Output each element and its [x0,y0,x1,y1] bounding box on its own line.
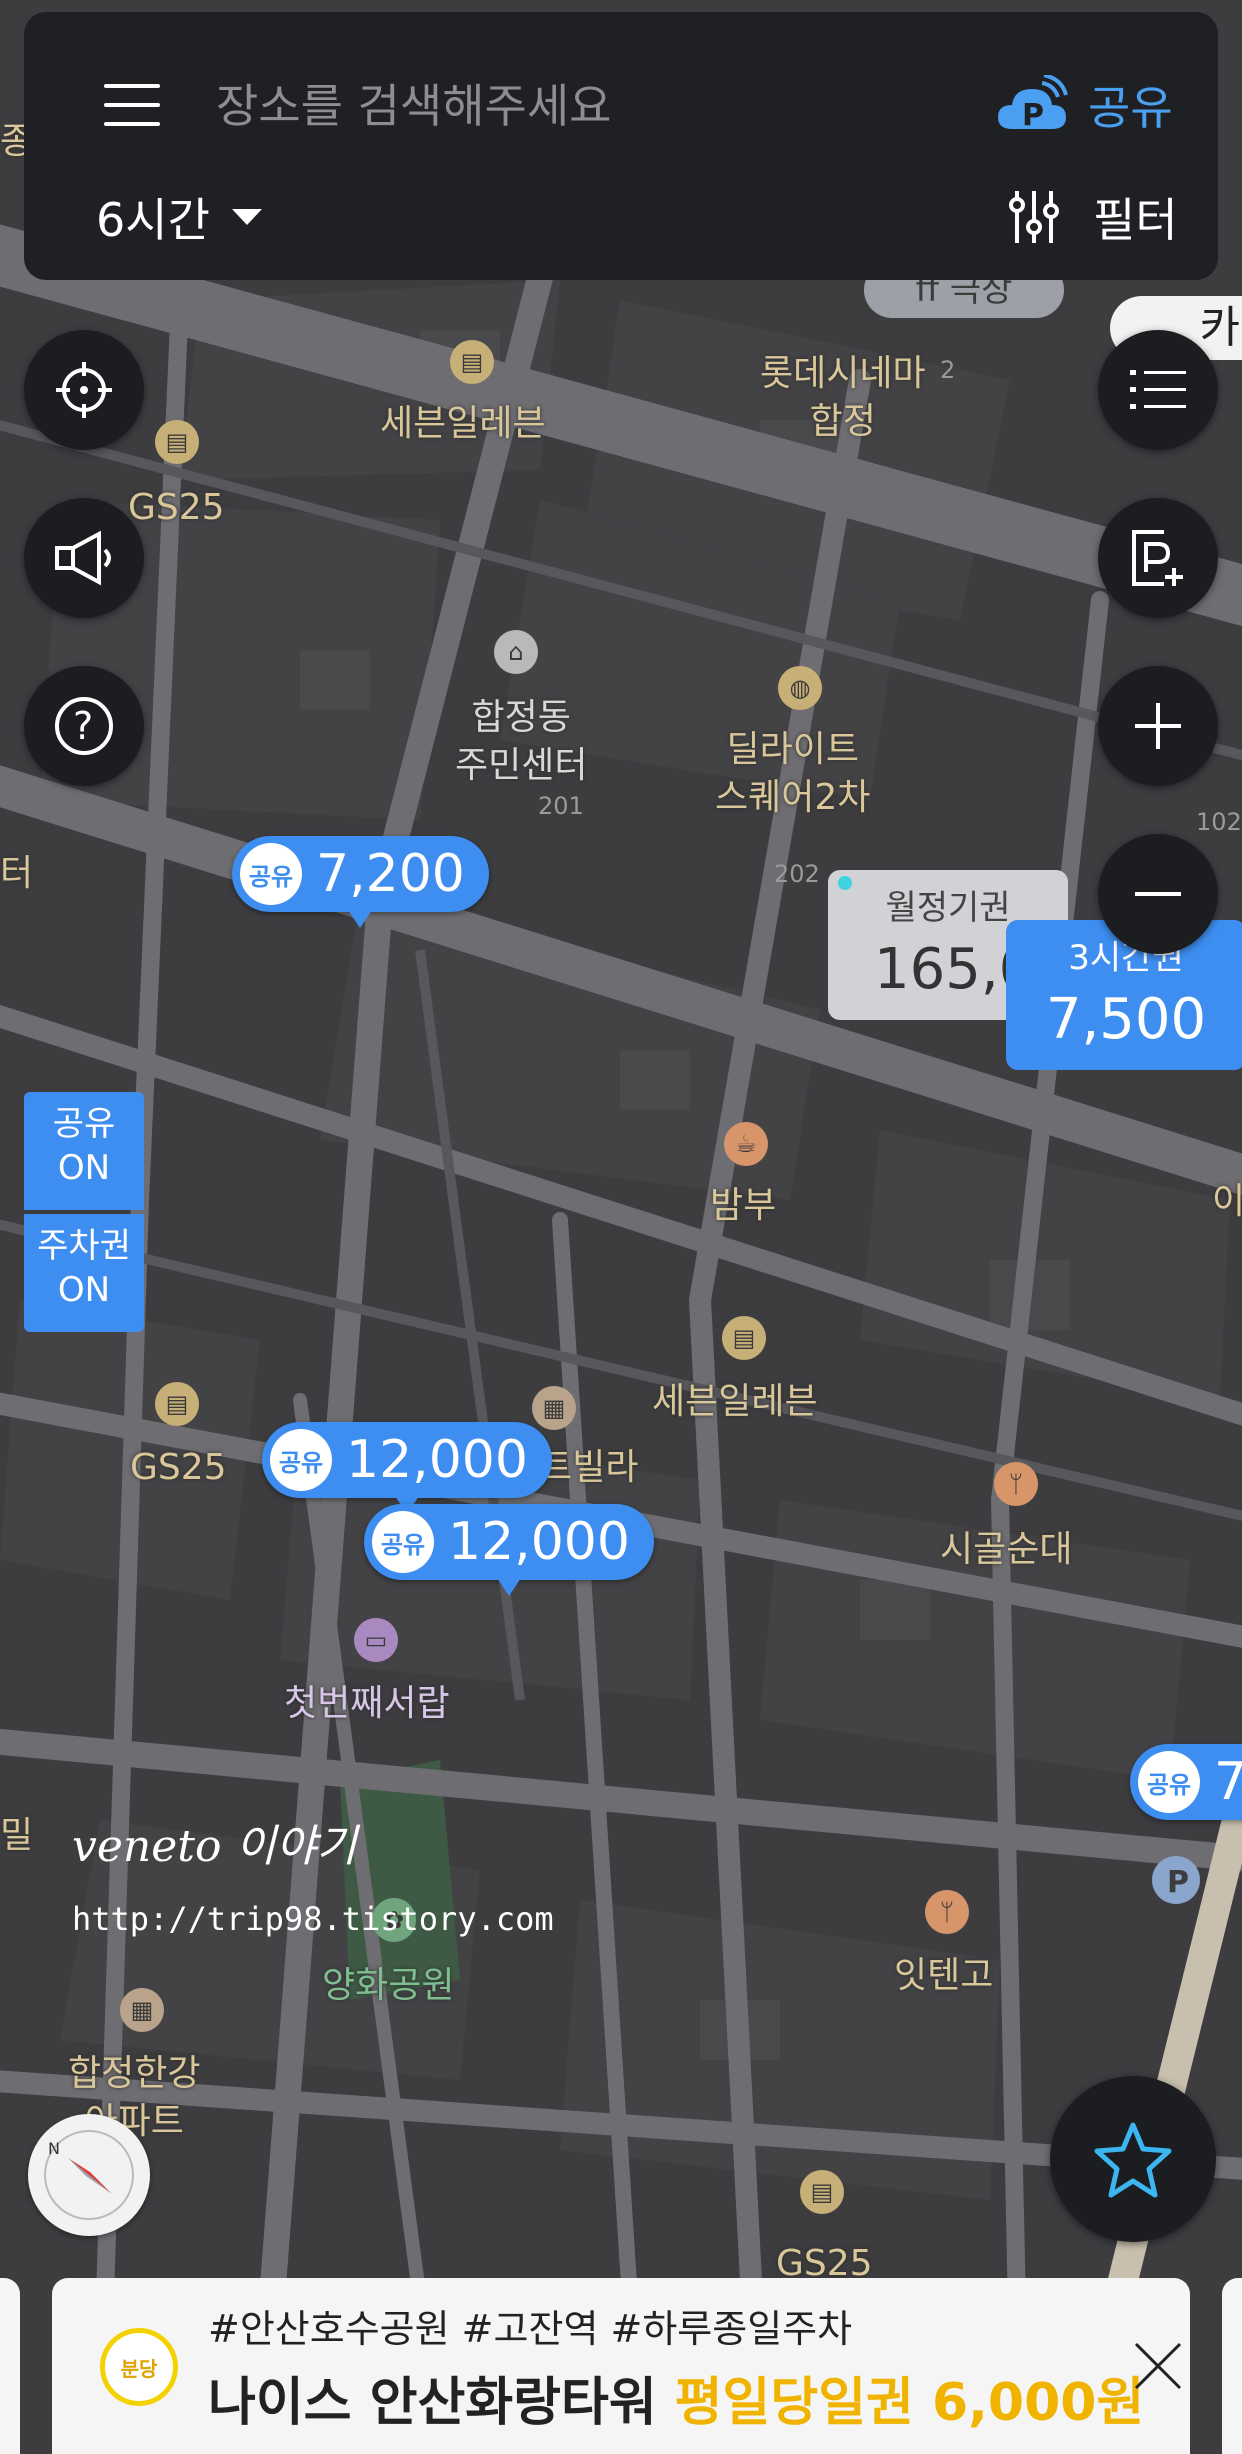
caret-down-icon [231,209,262,225]
poi-partial-left: 터 [0,853,34,894]
star-icon [1094,2122,1172,2198]
ad-tags: #안산호수공원 #고잔역 #하루종일주차 [208,2307,853,2351]
time-dropdown[interactable]: 6시간 [96,184,262,250]
convenience-store-icon: ▤ [722,1316,766,1360]
poi-sigol-sundae[interactable]: 시골순대 [940,1526,1072,1574]
watermark-url: http://trip98.tistory.com [72,1900,554,1938]
poi-yanghwa-park[interactable]: 양화공원 [322,1962,454,2010]
share-badge: 공유 [1138,1751,1200,1813]
toggle-label: 주차권 [37,1226,131,1266]
ad-title: 나이스 안산화랑타워 평일당일권 6,000원 [208,2360,1144,2435]
share-label: 공유 [1088,81,1173,135]
convenience-store-icon: ▤ [155,420,199,464]
poi-partial-right: 이 [1212,1181,1242,1222]
ad-card-next[interactable] [1222,2278,1242,2454]
help-button[interactable]: ? [24,666,144,786]
poi-first-drawer[interactable]: 첫번째서랍 [284,1680,450,1728]
cafe-icon: ☕ [724,1122,768,1166]
poi-delight-square[interactable]: 딜라이트 스퀘어2차 [715,726,870,822]
public-office-icon: ⌂ [494,630,538,674]
poi-lotte-cinema[interactable]: 롯데시네마 합정 [760,350,926,446]
marker-price: 12,000 [448,1512,630,1572]
share-toggle-button[interactable]: P 공유 [994,70,1173,140]
watermark-title: veneto 이야기 [72,1821,357,1872]
lodging-icon: ▭ [354,1618,398,1662]
share-parking-marker-partial[interactable]: 공유 7 [1130,1744,1242,1820]
restaurant-icon: ᛘ [994,1462,1038,1506]
restaurant-icon: ᛘ [925,1890,969,1934]
convenience-store-icon: ▤ [800,2170,844,2214]
ad-lot-name: 나이스 안산화랑타워 [208,2373,657,2433]
toggle-label: 공유 [52,1104,116,1144]
ticket-on-toggle[interactable]: 주차권 ON [24,1214,144,1332]
svg-text:N: N [48,2139,60,2158]
zoom-in-button[interactable] [1098,666,1218,786]
favorites-button[interactable] [1050,2076,1216,2242]
parking-plus-icon [1132,530,1183,586]
time-label: 6시간 [96,193,210,247]
ad-card-prev[interactable] [0,2278,20,2454]
poi-seven-eleven-2[interactable]: 세븐일레븐 [652,1378,818,1426]
poi-seven-eleven[interactable]: 세븐일레븐 [380,400,546,448]
convenience-store-icon: ▤ [450,340,494,384]
poi-community-center[interactable]: 합정동 주민센터 [455,694,587,790]
building-number: 201 [538,792,584,820]
zoom-out-button[interactable] [1098,834,1218,954]
question-icon: ? [55,697,113,755]
ad-banner[interactable]: 분당 #안산호수공원 #고잔역 #하루종일주차 나이스 안산화랑타워 평일당일권 … [52,2278,1190,2454]
building-icon: ▦ [532,1386,576,1430]
ad-logo: 분당 [100,2328,178,2406]
poi-gs25-2[interactable]: GS25 [130,1444,227,1492]
convenience-store-icon: ▤ [155,1382,199,1426]
megaphone-icon [55,530,111,586]
minus-icon [1135,892,1181,896]
share-on-toggle[interactable]: 공유 ON [24,1092,144,1210]
ad-offer: 평일당일권 6,000원 [674,2373,1145,2433]
locate-button[interactable] [24,330,144,450]
filter-button[interactable]: 필터 [1009,184,1178,250]
poi-gs25[interactable]: GS25 [128,484,225,532]
toggle-state: ON [57,1148,111,1188]
toggle-state: ON [57,1270,111,1310]
marker-price: 7 [1214,1752,1242,1812]
add-parking-button[interactable] [1098,498,1218,618]
building-number: 202 [774,860,820,888]
compass-icon: N [44,2130,134,2220]
marker-price: 12,000 [346,1430,528,1490]
top-search-bar: P 공유 6시간 필터 [24,12,1218,280]
status-dot [838,876,852,890]
list-icon [1130,370,1186,409]
compass-button[interactable]: N [28,2114,150,2236]
svg-text:P: P [1167,1865,1189,1900]
building-number: 2 [940,356,956,384]
list-view-button[interactable] [1098,330,1218,450]
crosshair-icon [56,362,112,418]
hamburger-menu-icon[interactable] [104,84,160,126]
poi-itengo[interactable]: 잇텐고 [894,1952,993,2000]
cloud-parking-icon: P [998,75,1068,133]
plus-icon [1135,703,1181,749]
sliders-icon [1009,191,1059,243]
building-number: 102 [1196,808,1242,836]
announcement-button[interactable] [24,498,144,618]
apartment-icon: ▦ [120,1988,164,2032]
filter-label: 필터 [1093,193,1178,247]
svg-text:?: ? [73,704,93,748]
share-badge: 공유 [240,843,302,905]
svg-text:P: P [1022,98,1044,133]
share-parking-marker[interactable]: 공유 12,000 [364,1504,654,1596]
share-badge: 공유 [270,1429,332,1491]
poi-bambu[interactable]: 밤부 [710,1182,776,1230]
close-icon[interactable] [1130,2338,1186,2394]
marker-price: 7,500 [1045,987,1207,1052]
marker-price: 7,200 [316,844,465,904]
share-parking-marker[interactable]: 공유 7,200 [232,836,489,928]
poi-partial-left: 밀 [0,1815,34,1856]
shopping-bag-icon: ◍ [778,666,822,710]
share-parking-marker[interactable]: 공유 12,000 [262,1422,552,1514]
search-input[interactable] [214,70,918,142]
share-badge: 공유 [372,1511,434,1573]
